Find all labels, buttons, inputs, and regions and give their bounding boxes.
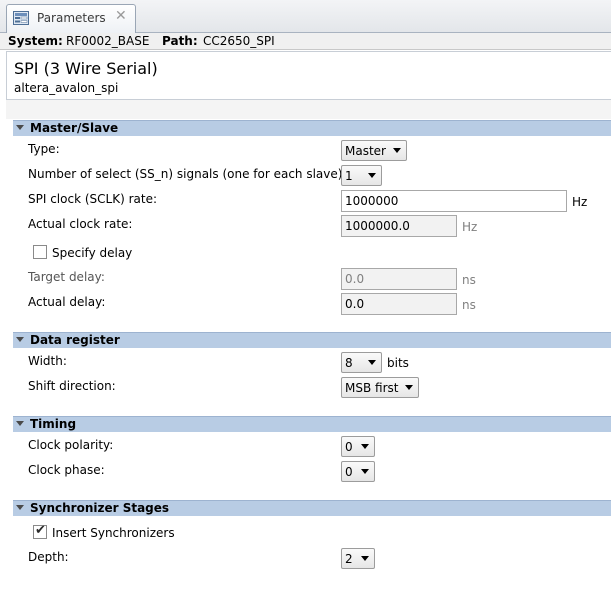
depth-label: Depth: <box>28 550 69 564</box>
collapse-triangle-icon[interactable] <box>16 505 24 510</box>
select-signals-label: Number of select (SS_n) signals (one for… <box>28 167 347 181</box>
width-value: 8 <box>345 356 353 370</box>
shift-direction-label: Shift direction: <box>28 379 116 393</box>
depth-select[interactable]: 2 <box>341 548 375 569</box>
chevron-down-icon <box>368 173 376 178</box>
component-header: SPI (3 Wire Serial) altera_avalon_spi <box>6 51 611 100</box>
header-gap <box>6 100 611 119</box>
clock-polarity-value: 0 <box>345 440 353 454</box>
insert-synchronizers-label[interactable]: Insert Synchronizers <box>52 526 175 540</box>
type-select[interactable]: Master <box>341 140 407 161</box>
select-signals-value: 1 <box>345 169 353 183</box>
sclk-rate-input[interactable] <box>341 190 567 212</box>
width-label: Width: <box>28 354 67 368</box>
section-data-register[interactable]: Data register <box>13 332 611 348</box>
actual-clock-label: Actual clock rate: <box>28 217 133 231</box>
section-title: Data register <box>30 333 120 347</box>
parameters-icon <box>13 11 29 25</box>
section-title: Master/Slave <box>30 121 119 135</box>
chevron-down-icon <box>361 556 369 561</box>
component-subtitle: altera_avalon_spi <box>14 81 119 95</box>
section-title: Timing <box>30 417 77 431</box>
shift-direction-value: MSB first <box>345 381 399 395</box>
chevron-down-icon <box>368 360 376 365</box>
actual-delay-field <box>341 293 457 315</box>
type-label: Type: <box>28 142 60 156</box>
collapse-triangle-icon[interactable] <box>16 421 24 426</box>
section-synchronizer-stages[interactable]: Synchronizer Stages <box>13 500 611 516</box>
select-signals-select[interactable]: 1 <box>341 165 382 186</box>
chevron-down-icon <box>361 469 369 474</box>
context-bar: System: RF0002_BASE Path: CC2650_SPI <box>0 33 611 50</box>
section-title: Synchronizer Stages <box>30 501 170 515</box>
tab-parameters[interactable]: Parameters ✕ <box>6 4 136 33</box>
type-value: Master <box>345 144 386 158</box>
clock-polarity-select[interactable]: 0 <box>341 436 375 457</box>
section-master-slave[interactable]: Master/Slave <box>13 120 611 136</box>
path-value: CC2650_SPI <box>203 34 275 48</box>
checkmark-icon: ✔ <box>35 523 46 538</box>
actual-clock-unit: Hz <box>462 220 478 234</box>
target-delay-unit: ns <box>462 273 476 287</box>
view-tab-bar: Parameters ✕ <box>0 0 611 33</box>
system-key: System: <box>8 34 63 48</box>
sclk-rate-unit: Hz <box>572 195 588 209</box>
width-select[interactable]: 8 <box>341 352 382 373</box>
clock-phase-value: 0 <box>345 465 353 479</box>
actual-delay-unit: ns <box>462 298 476 312</box>
path-key: Path: <box>162 34 198 48</box>
target-delay-label: Target delay: <box>28 270 105 284</box>
clock-phase-label: Clock phase: <box>28 463 105 477</box>
actual-delay-label: Actual delay: <box>28 295 106 309</box>
specify-delay-label[interactable]: Specify delay <box>52 246 132 260</box>
chevron-down-icon <box>361 444 369 449</box>
chevron-down-icon <box>405 385 413 390</box>
chevron-down-icon <box>393 148 401 153</box>
system-value: RF0002_BASE <box>66 34 150 48</box>
width-unit: bits <box>387 356 409 370</box>
close-icon[interactable]: ✕ <box>115 8 127 24</box>
collapse-triangle-icon[interactable] <box>16 125 24 130</box>
depth-value: 2 <box>345 552 353 566</box>
clock-polarity-label: Clock polarity: <box>28 438 114 452</box>
insert-synchronizers-checkbox[interactable]: ✔ <box>33 523 47 539</box>
target-delay-input <box>341 268 457 290</box>
sclk-rate-label: SPI clock (SCLK) rate: <box>28 192 157 206</box>
shift-direction-select[interactable]: MSB first <box>341 377 419 398</box>
actual-clock-field <box>341 215 457 237</box>
component-title: SPI (3 Wire Serial) <box>14 59 158 78</box>
section-timing[interactable]: Timing <box>13 416 611 432</box>
clock-phase-select[interactable]: 0 <box>341 461 375 482</box>
tab-label: Parameters <box>37 11 106 25</box>
specify-delay-checkbox[interactable] <box>33 245 47 259</box>
collapse-triangle-icon[interactable] <box>16 337 24 342</box>
